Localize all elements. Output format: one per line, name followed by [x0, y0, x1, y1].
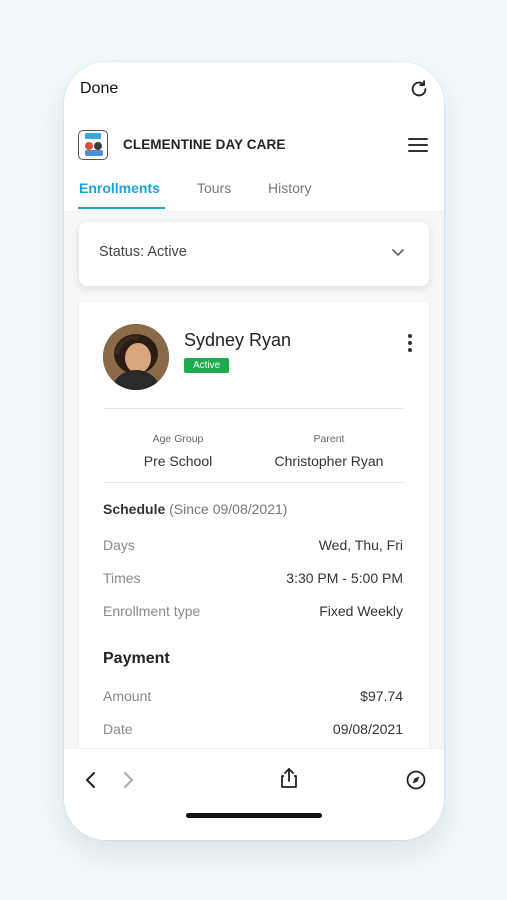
forward-arrow-icon[interactable] [117, 769, 139, 791]
daycare-logo [78, 130, 108, 160]
back-arrow-icon[interactable] [80, 769, 102, 791]
reload-icon[interactable] [408, 78, 430, 100]
enrollment-type-label: Enrollment type [103, 603, 201, 619]
tab-enrollments[interactable]: Enrollments [79, 180, 160, 196]
content-area: Status: Active Sydney Ryan Active Age Gr… [64, 212, 444, 748]
schedule-heading: Schedule (Since 09/08/2021) [103, 501, 287, 517]
status-badge: Active [184, 358, 230, 373]
enrollment-type-value: Fixed Weekly [319, 603, 403, 619]
chevron-down-icon [392, 249, 404, 256]
done-button[interactable]: Done [80, 80, 118, 98]
times-label: Times [103, 570, 141, 586]
status-filter-dropdown[interactable]: Status: Active [79, 222, 429, 286]
divider [103, 408, 405, 409]
hamburger-menu-icon[interactable] [408, 138, 428, 154]
schedule-title: Schedule [103, 501, 166, 517]
more-options-icon[interactable] [407, 334, 413, 352]
date-label: Date [103, 721, 133, 737]
parent-label: Parent [313, 433, 345, 445]
times-value: 3:30 PM - 5:00 PM [286, 570, 403, 586]
child-name: Sydney Ryan [184, 330, 292, 350]
tab-tours[interactable]: Tours [197, 180, 231, 196]
tab-history[interactable]: History [268, 180, 312, 196]
amount-label: Amount [103, 688, 152, 704]
status-filter-label: Status: Active [99, 244, 187, 260]
days-value: Wed, Thu, Fri [318, 537, 403, 553]
app-header: CLEMENTINE DAY CARE [64, 126, 444, 166]
phone-frame: Done CLEMENTINE DAY CARE Enrollments Tou… [64, 62, 444, 840]
browser-bottom-bar [64, 748, 444, 840]
brand-name: CLEMENTINE DAY CARE [123, 137, 286, 152]
divider [103, 482, 405, 483]
payment-heading: Payment [103, 650, 170, 667]
avatar [103, 324, 169, 390]
home-indicator [186, 813, 322, 818]
tab-bar: Enrollments Tours History [64, 174, 444, 212]
browser-top-bar: Done [64, 62, 444, 118]
share-icon[interactable] [278, 767, 300, 789]
enrollment-card: Sydney Ryan Active Age Group Pre School … [79, 302, 429, 748]
amount-value: $97.74 [360, 688, 403, 704]
active-tab-indicator [78, 207, 165, 209]
age-group-label: Age Group [152, 433, 204, 445]
date-value: 09/08/2021 [332, 721, 403, 737]
compass-icon[interactable] [405, 769, 427, 791]
parent-value: Christopher Ryan [274, 453, 384, 469]
age-group-value: Pre School [143, 453, 213, 469]
days-label: Days [103, 537, 135, 553]
schedule-since: (Since 09/08/2021) [169, 501, 288, 517]
